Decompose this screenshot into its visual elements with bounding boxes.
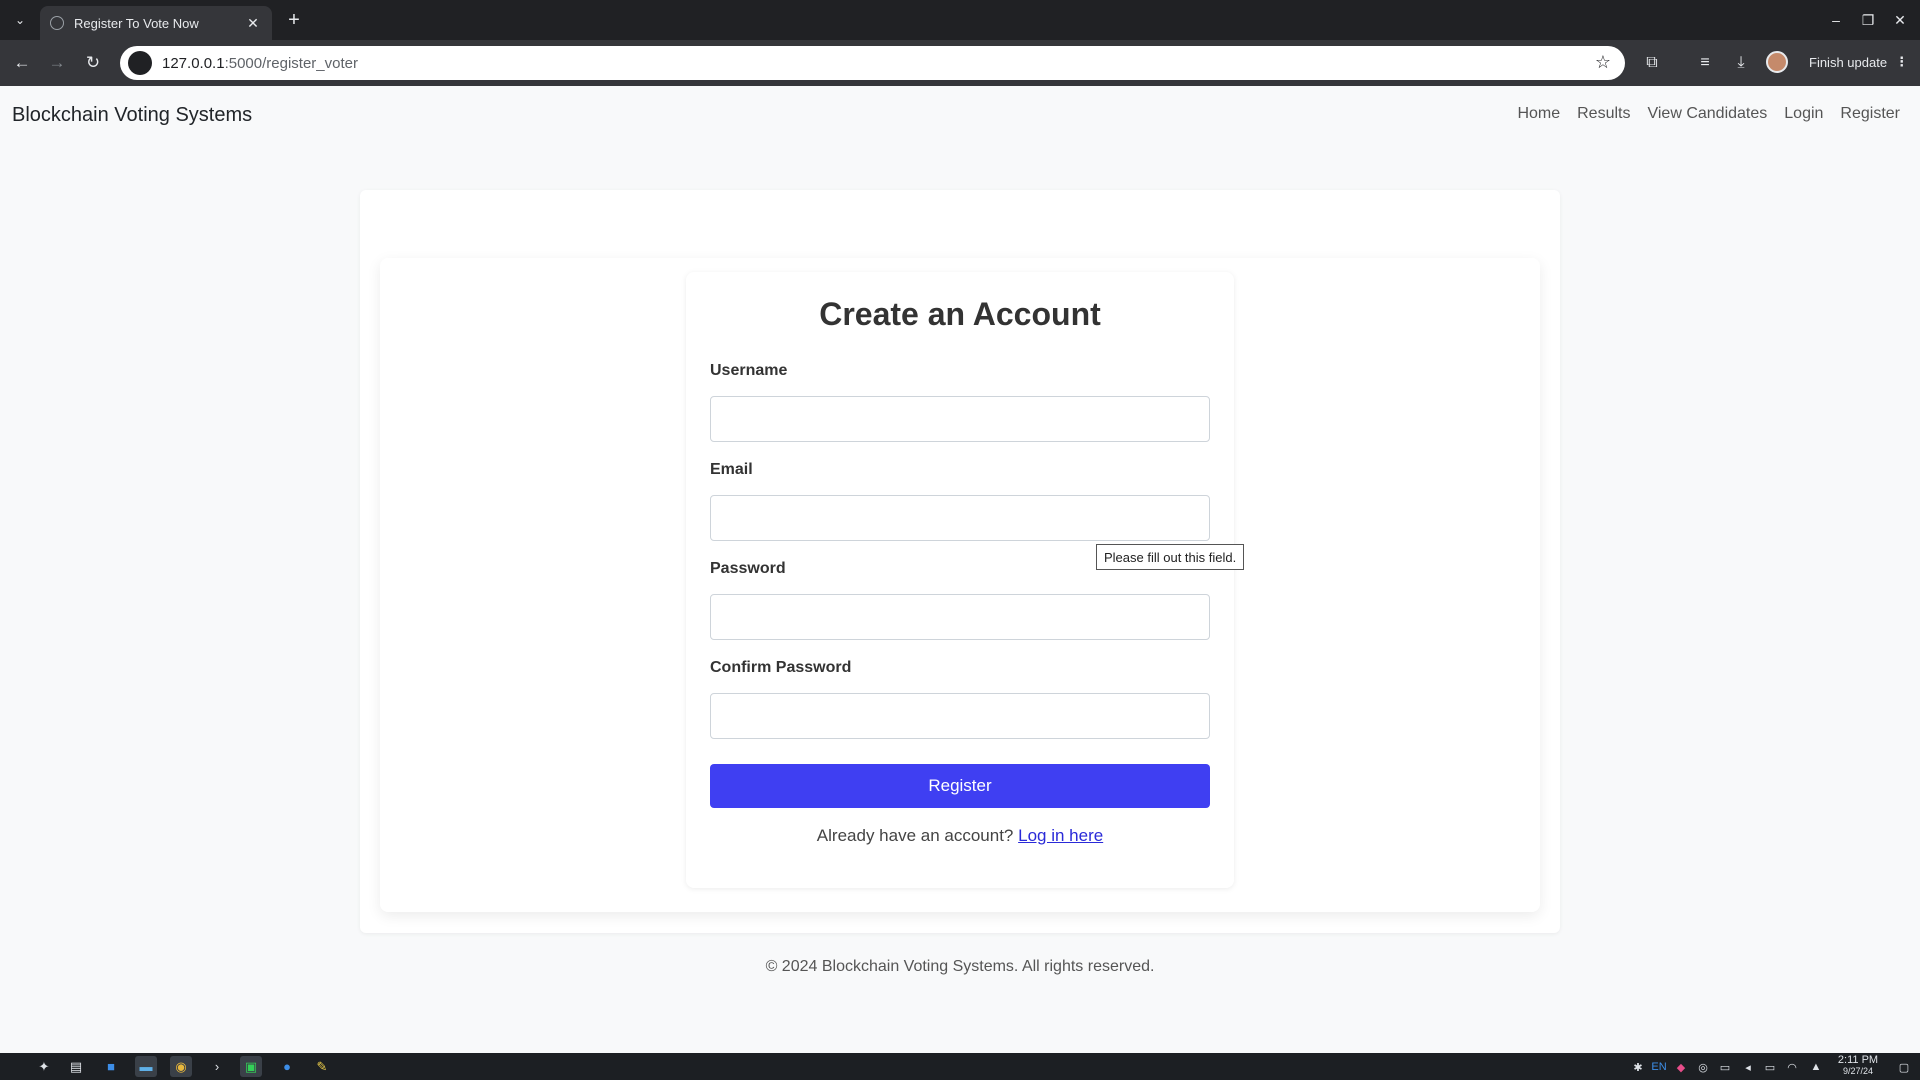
site-navbar: Blockchain Voting Systems Home Results V… xyxy=(0,86,1920,144)
login-link[interactable]: Log in here xyxy=(1018,826,1103,845)
notes-icon[interactable]: ✎ xyxy=(311,1056,333,1077)
url-host: 127.0.0.1 xyxy=(162,54,225,72)
discover-store-icon[interactable]: ■ xyxy=(100,1056,122,1077)
username-input[interactable] xyxy=(710,396,1210,442)
chrome-browser-icon[interactable]: ◉ xyxy=(170,1056,192,1077)
color-picker-icon[interactable]: ◆ xyxy=(1673,1059,1689,1075)
wifi-icon[interactable]: ◠ xyxy=(1784,1059,1800,1075)
email-input[interactable] xyxy=(710,495,1210,541)
nav-links: Home Results View Candidates Login Regis… xyxy=(1517,105,1900,123)
address-bar[interactable]: 127.0.0.1:5000/register_voter ☆ xyxy=(120,46,1625,80)
clock-date: 9/27/24 xyxy=(1842,1066,1874,1076)
url-path: :5000/register_voter xyxy=(224,54,358,72)
notifications-icon[interactable]: ✱ xyxy=(1630,1059,1646,1075)
confirm-password-input[interactable] xyxy=(710,693,1210,739)
system-clock[interactable]: 2:11 PM 9/27/24 xyxy=(1828,1055,1888,1076)
register-button[interactable]: Register xyxy=(710,764,1210,808)
web-browser-icon[interactable]: ● xyxy=(276,1056,298,1077)
app-launcher-icon[interactable]: ✦ xyxy=(33,1056,55,1077)
password-label: Password xyxy=(710,560,786,577)
media-controls-icon[interactable]: ≡ xyxy=(1693,51,1717,75)
battery-icon[interactable]: ▭ xyxy=(1762,1059,1778,1075)
email-label: Email xyxy=(710,461,753,478)
nav-link-results[interactable]: Results xyxy=(1577,105,1630,123)
clipboard-icon[interactable]: ▭ xyxy=(1717,1059,1733,1075)
keyboard-language-indicator[interactable]: EN xyxy=(1651,1059,1667,1075)
profile-avatar[interactable] xyxy=(1766,51,1788,73)
volume-icon[interactable]: ◂ xyxy=(1740,1059,1756,1075)
code-editor-icon[interactable]: ▣ xyxy=(240,1056,262,1077)
new-tab-plus-icon[interactable]: + xyxy=(282,8,306,32)
more-menu-icon[interactable]: ⋮ xyxy=(1895,54,1908,70)
back-arrow-icon[interactable]: ← xyxy=(10,51,34,75)
page-title: Create an Account xyxy=(819,296,1101,332)
password-input[interactable] xyxy=(710,594,1210,640)
login-prompt-text: Already have an account? xyxy=(816,826,1014,845)
close-window-icon[interactable]: ✕ xyxy=(1888,8,1912,32)
media-player-icon[interactable]: ◎ xyxy=(1695,1059,1711,1075)
nav-link-home[interactable]: Home xyxy=(1517,105,1560,123)
browser-tab-active[interactable]: Register To Vote Now ✕ xyxy=(40,6,272,40)
forward-arrow-icon[interactable]: → xyxy=(45,51,69,75)
bookmark-star-icon[interactable]: ☆ xyxy=(1595,52,1611,73)
site-brand[interactable]: Blockchain Voting Systems xyxy=(12,104,252,127)
tray-expand-arrow-icon[interactable]: ▲ xyxy=(1808,1059,1824,1075)
extensions-puzzle-icon[interactable]: ⧉ xyxy=(1640,51,1664,75)
reload-icon[interactable]: ↻ xyxy=(81,51,105,75)
finish-update-label: Finish update xyxy=(1809,54,1888,70)
nav-link-login[interactable]: Login xyxy=(1784,105,1823,123)
username-label: Username xyxy=(710,362,788,379)
site-info-icon[interactable] xyxy=(128,51,152,75)
nav-link-register[interactable]: Register xyxy=(1840,105,1900,123)
globe-icon xyxy=(50,16,64,30)
browser-tab-bar: ⌄ Register To Vote Now ✕ + – ❐ ✕ xyxy=(0,0,1920,40)
download-icon[interactable]: ⤓ xyxy=(1729,51,1753,75)
login-prompt: Already have an account? Log in here xyxy=(686,826,1234,846)
confirm-password-label: Confirm Password xyxy=(710,659,852,676)
validation-tooltip: Please fill out this field. xyxy=(1096,544,1245,570)
clock-time: 2:11 PM xyxy=(1837,1054,1879,1066)
terminal-icon[interactable]: › xyxy=(206,1056,228,1077)
close-tab-icon[interactable]: ✕ xyxy=(244,15,262,32)
footer-copyright: © 2024 Blockchain Voting Systems. All ri… xyxy=(765,958,1155,975)
tab-title: Register To Vote Now xyxy=(74,15,199,31)
restore-icon[interactable]: ❐ xyxy=(1856,8,1880,32)
show-desktop-icon[interactable]: ▢ xyxy=(1896,1059,1912,1075)
nav-link-view-candidates[interactable]: View Candidates xyxy=(1647,105,1767,123)
file-manager-icon[interactable]: ▬ xyxy=(135,1056,157,1077)
finish-update-button[interactable]: Finish update ⋮ xyxy=(1803,49,1914,75)
tab-search-chevron-icon[interactable]: ⌄ xyxy=(8,8,32,32)
task-view-icon[interactable]: ▤ xyxy=(65,1056,87,1077)
minimize-icon[interactable]: – xyxy=(1824,8,1848,32)
browser-toolbar: ← → ↻ 127.0.0.1:5000/register_voter ☆ ⧉ … xyxy=(0,40,1920,86)
os-taskbar: ✦ ▤ ■ ▬ ◉ › ▣ ● ✎ ✱ EN ◆ ◎ ▭ ◂ ▭ ◠ ▲ 2:1… xyxy=(0,1053,1920,1080)
